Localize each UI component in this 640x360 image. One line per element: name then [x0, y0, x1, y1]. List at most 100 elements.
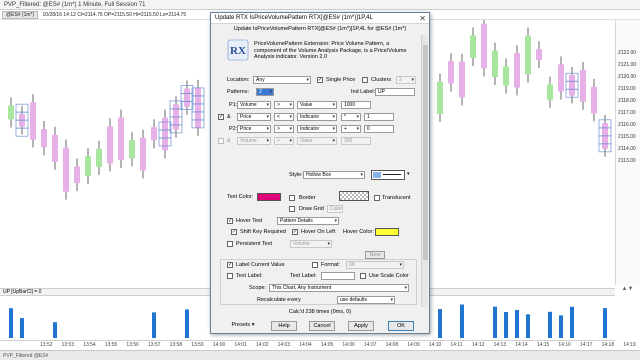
new-button[interactable]: New: [365, 251, 385, 259]
use-scale-color-label: Use Scale Color: [369, 273, 409, 279]
single-price-checkbox[interactable]: ✓: [317, 77, 323, 83]
candle-body[interactable]: [569, 75, 575, 96]
dialog-scroll-thumb[interactable]: [423, 45, 428, 260]
pattern-row-operator-select[interactable]: <: [274, 113, 294, 121]
format-select[interactable]: 99: [346, 261, 404, 269]
pattern-row-target-select[interactable]: Value: [297, 101, 337, 109]
candle-body[interactable]: [140, 137, 146, 171]
pattern-row-operator-select[interactable]: >: [274, 137, 294, 145]
pattern-row-prefix: &: [227, 114, 231, 120]
style-color-swatch[interactable]: [371, 170, 405, 180]
candle-body[interactable]: [52, 134, 58, 162]
time-tick-label: 13:59: [191, 342, 204, 348]
candle-body[interactable]: [470, 35, 476, 58]
pattern-row-target-select[interactable]: Indicator: [297, 125, 337, 133]
candle-body[interactable]: [41, 129, 47, 148]
dialog-titlebar[interactable]: Update RTX IsPriceVolumePattern RTX[@ES#…: [211, 13, 429, 24]
pattern-row-target-select[interactable]: Indicator: [297, 113, 337, 121]
pattern-row-operator-select[interactable]: >: [274, 101, 294, 109]
candle-body[interactable]: [74, 166, 80, 184]
candle-body[interactable]: [580, 69, 586, 102]
clusters-select[interactable]: 2: [396, 76, 416, 84]
candle-body[interactable]: [481, 23, 487, 69]
border-color-swatch[interactable]: [339, 191, 369, 201]
pattern-row-enable-checkbox[interactable]: [218, 138, 224, 144]
time-tick-label: 14:05: [320, 342, 334, 348]
pattern-row-target-select[interactable]: Value: [297, 137, 337, 145]
candle-body[interactable]: [591, 86, 597, 114]
cancel-button[interactable]: Cancel: [309, 321, 335, 331]
candle-body[interactable]: [129, 140, 135, 159]
pattern-row-value-input[interactable]: 300: [341, 137, 371, 145]
use-scale-color-checkbox[interactable]: [360, 273, 366, 279]
candle-body[interactable]: [525, 35, 531, 75]
clusters-checkbox[interactable]: [362, 77, 368, 83]
persistent-text-select[interactable]: Volume: [290, 240, 332, 248]
close-icon[interactable]: ✕: [419, 13, 426, 24]
pattern-row-field-select[interactable]: Volume: [237, 101, 271, 109]
location-select[interactable]: Any: [253, 76, 311, 84]
text-label-input[interactable]: [321, 272, 355, 280]
symbol-badge[interactable]: @ES# (1m*): [2, 11, 39, 19]
patterns-select[interactable]: 2: [256, 88, 274, 96]
candle-body[interactable]: [162, 117, 168, 151]
candle-body[interactable]: [558, 64, 564, 92]
draw-grid-checkbox[interactable]: [289, 206, 295, 212]
recalculate-select[interactable]: use defaults: [337, 296, 395, 304]
candle-body[interactable]: [503, 66, 509, 86]
candle-body[interactable]: [437, 81, 443, 114]
shift-key-checkbox[interactable]: ✓: [231, 229, 237, 235]
hover-on-left-checkbox[interactable]: ✓: [292, 229, 298, 235]
pattern-row-value-input[interactable]: 0: [364, 125, 394, 133]
candle-body[interactable]: [8, 105, 14, 120]
candle-body[interactable]: [547, 84, 553, 100]
candle-body[interactable]: [118, 117, 124, 160]
ind-label-input[interactable]: UP: [375, 88, 415, 96]
candle-body[interactable]: [96, 148, 102, 167]
text-color-swatch[interactable]: [257, 193, 281, 201]
price-axis[interactable]: 2122.00 2121.00 2120.00 2119.00 2118.00 2117.…: [615, 20, 640, 285]
pattern-row-operator2-select[interactable]: *: [341, 113, 361, 121]
candle-body[interactable]: [151, 127, 157, 141]
dialog-scrollbar[interactable]: [421, 35, 428, 307]
candle-body[interactable]: [85, 156, 91, 177]
hover-color-swatch[interactable]: [375, 228, 399, 236]
label-current-value-checkbox[interactable]: ✓: [227, 262, 233, 268]
apply-button[interactable]: Apply: [348, 321, 374, 331]
candle-body[interactable]: [195, 87, 201, 128]
hover-text-checkbox[interactable]: ✓: [227, 218, 233, 224]
style-select[interactable]: Hollow Box: [303, 171, 365, 179]
translucent-checkbox[interactable]: [374, 195, 380, 201]
pattern-row-operator2-select[interactable]: +: [341, 125, 361, 133]
border-checkbox[interactable]: [289, 195, 295, 201]
candle-body[interactable]: [492, 50, 498, 78]
persistent-text-checkbox[interactable]: [227, 241, 233, 247]
help-button[interactable]: Help: [271, 321, 297, 331]
candle-body[interactable]: [536, 49, 542, 61]
candle-body[interactable]: [107, 126, 113, 164]
scale-arrows-icon[interactable]: ▲▼: [615, 286, 640, 298]
ok-button[interactable]: OK: [388, 321, 414, 331]
scope-select[interactable]: This Chart, Any Instrument: [269, 284, 409, 292]
hover-text-select[interactable]: Pattern Details: [277, 217, 339, 225]
format-label: Format:: [321, 262, 340, 268]
text-label-checkbox[interactable]: [227, 273, 233, 279]
candle-body[interactable]: [459, 61, 465, 98]
pattern-row-value-input[interactable]: 1: [364, 113, 394, 121]
candle-body[interactable]: [514, 53, 520, 88]
time-tick-label: 14:11: [450, 342, 463, 348]
pattern-row-field-select[interactable]: Price: [237, 125, 271, 133]
pattern-row-operator-select[interactable]: >: [274, 125, 294, 133]
presets-button[interactable]: Presets ▾: [225, 321, 261, 331]
grid-color-field[interactable]: Color: [327, 205, 343, 213]
pattern-row-value-input[interactable]: 1000: [341, 101, 371, 109]
format-checkbox[interactable]: [312, 262, 318, 268]
candle-body[interactable]: [30, 102, 36, 140]
candle-body[interactable]: [448, 61, 454, 84]
candle-body[interactable]: [184, 88, 190, 107]
style-swatch-dropdown-icon[interactable]: ▾: [407, 171, 410, 177]
pattern-row-field-select[interactable]: Volume: [237, 137, 271, 145]
pattern-row-enable-checkbox[interactable]: ✓: [218, 114, 224, 120]
pattern-row-field-select[interactable]: Price: [237, 113, 271, 121]
candle-body[interactable]: [63, 147, 69, 192]
